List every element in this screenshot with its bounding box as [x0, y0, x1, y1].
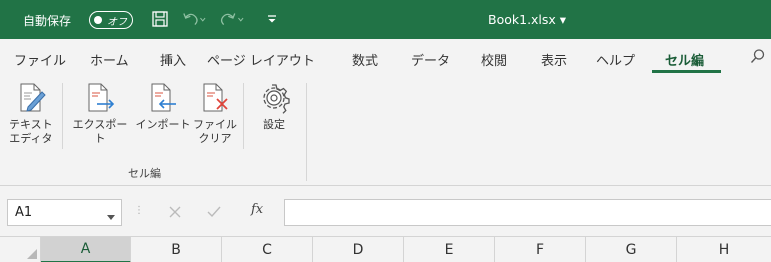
- file-clear-label: ファイル クリア: [193, 118, 237, 145]
- import-label: インポート: [135, 118, 191, 131]
- column-header-c[interactable]: C: [222, 237, 313, 262]
- settings-button[interactable]: 設定: [252, 81, 296, 132]
- column-header-g[interactable]: G: [586, 237, 677, 262]
- tab-help[interactable]: ヘルプ: [596, 50, 635, 69]
- formula-bar: A1 ⋮ fx: [0, 186, 771, 236]
- chevron-down-icon[interactable]: [107, 210, 115, 224]
- tab-page-layout[interactable]: ページ レイアウト: [207, 50, 315, 69]
- autosave-toggle[interactable]: オフ: [89, 11, 133, 29]
- autosave-label: 自動保存: [23, 14, 72, 28]
- export-button[interactable]: エクスポート: [68, 81, 132, 146]
- document-title[interactable]: Book1.xlsx ▾: [488, 12, 566, 27]
- tab-file[interactable]: ファイル: [14, 50, 66, 69]
- column-header-h[interactable]: H: [677, 237, 771, 262]
- resize-handle[interactable]: ⋮: [134, 205, 144, 216]
- enter-check-icon[interactable]: [205, 203, 223, 221]
- settings-label: 設定: [263, 118, 285, 131]
- active-tab-indicator: [652, 70, 721, 73]
- group-separator: [306, 83, 307, 181]
- file-clear-icon: [198, 81, 232, 115]
- name-box[interactable]: A1: [7, 199, 122, 226]
- ribbon-group-label: セル編: [128, 167, 161, 180]
- text-editor-label: テキスト エディタ: [9, 118, 53, 145]
- cancel-icon[interactable]: [166, 203, 184, 221]
- title-bar: 自動保存 オフ Book1.xlsx ▾: [0, 0, 771, 39]
- insert-function-icon[interactable]: fx: [251, 202, 263, 217]
- separator: [243, 83, 244, 149]
- settings-gear-icon: [257, 81, 291, 115]
- tab-home[interactable]: ホーム: [90, 50, 129, 69]
- customize-qat-icon[interactable]: [260, 7, 284, 31]
- tab-cell-edit[interactable]: セル編: [665, 50, 704, 69]
- undo-icon[interactable]: [182, 7, 206, 31]
- search-icon[interactable]: [750, 48, 766, 67]
- column-header-d[interactable]: D: [313, 237, 404, 262]
- export-icon: [83, 81, 117, 115]
- toggle-knob: [94, 15, 102, 24]
- select-all-corner[interactable]: [0, 237, 41, 262]
- tab-insert[interactable]: 挿入: [160, 50, 186, 69]
- column-header-f[interactable]: F: [495, 237, 586, 262]
- tab-data[interactable]: データ: [411, 50, 450, 69]
- text-editor-icon: [14, 81, 48, 115]
- tab-formulas[interactable]: 数式: [352, 50, 378, 69]
- export-label: エクスポート: [72, 118, 128, 145]
- tab-review[interactable]: 校閲: [481, 50, 507, 69]
- text-editor-button[interactable]: テキスト エディタ: [9, 81, 53, 146]
- import-button[interactable]: インポート: [134, 81, 192, 132]
- column-header-b[interactable]: B: [131, 237, 222, 262]
- column-header-e[interactable]: E: [404, 237, 495, 262]
- formula-input[interactable]: [284, 199, 771, 226]
- separator: [62, 83, 63, 149]
- tab-view[interactable]: 表示: [541, 50, 567, 69]
- autosave-state: オフ: [107, 17, 127, 28]
- file-clear-button[interactable]: ファイル クリア: [193, 81, 237, 146]
- save-icon[interactable]: [148, 7, 172, 31]
- column-headers: A B C D E F G H: [0, 236, 771, 262]
- column-header-a[interactable]: A: [41, 237, 131, 262]
- name-box-value: A1: [15, 205, 33, 220]
- redo-icon[interactable]: [220, 7, 244, 31]
- ribbon-panel: テキスト エディタ エクスポート インポート ファイル クリア 設定 セル編: [0, 77, 771, 185]
- import-icon: [146, 81, 180, 115]
